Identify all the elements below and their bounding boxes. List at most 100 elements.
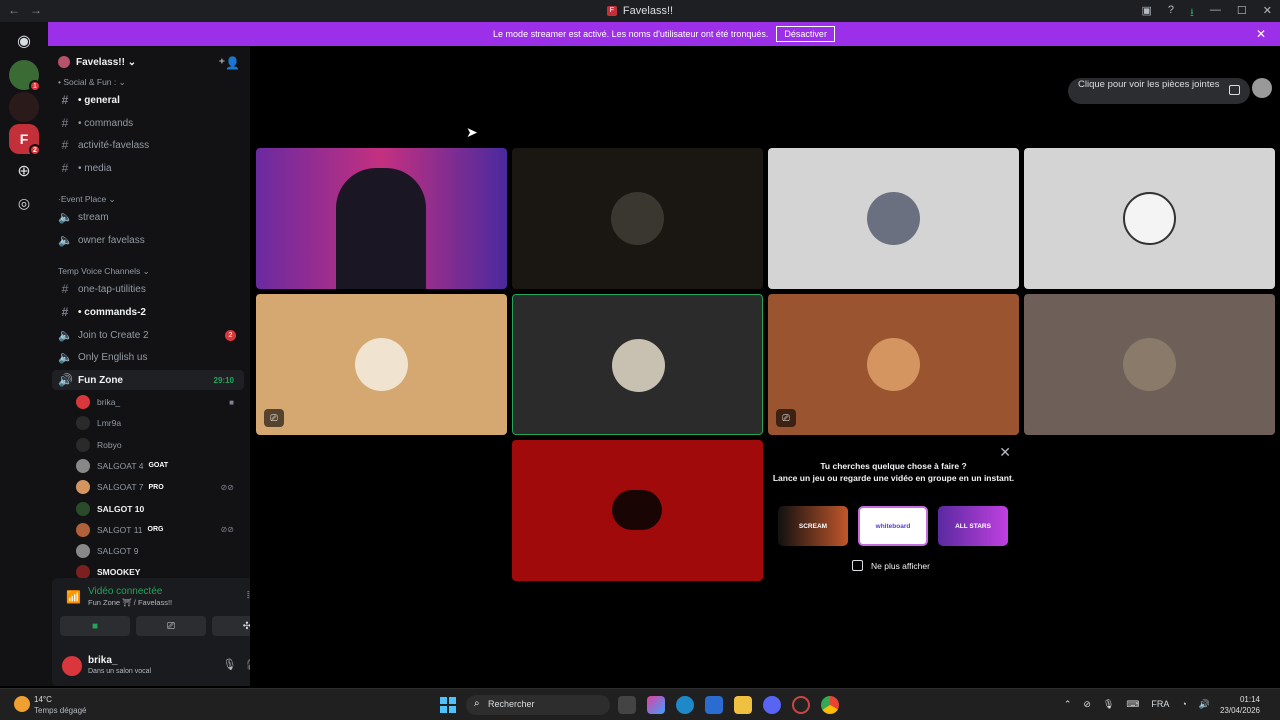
voice-member[interactable]: SALGOAT 4 GOAT <box>76 456 244 476</box>
member-name: SALGOAT 7 <box>97 482 144 493</box>
add-server-icon[interactable]: ⊕ <box>9 156 39 186</box>
file-explorer-icon[interactable] <box>734 696 752 714</box>
voice-member[interactable]: SALGOAT 7 PRO ⊘⊘ <box>76 477 244 497</box>
copilot-icon[interactable] <box>647 696 665 714</box>
network-off-icon[interactable]: ⊘ <box>1083 699 1091 710</box>
voice-member[interactable]: SALGOT 9 <box>76 541 244 561</box>
video-tile-7[interactable]: ⎚ <box>768 294 1019 435</box>
game-card-whiteboard[interactable]: whiteboard <box>858 506 928 546</box>
video-tile-2[interactable] <box>512 148 763 289</box>
chrome-icon[interactable] <box>821 696 839 714</box>
category-social[interactable]: • Social & Fun : ⌄ <box>58 77 126 88</box>
speaker-icon: 🔈 <box>58 350 73 364</box>
do-not-show-checkbox[interactable]: Ne plus afficher <box>852 560 930 571</box>
time: 01:14 <box>1239 695 1260 704</box>
channel-join-to-create[interactable]: 🔈 Join to Create 2 2 <box>52 325 244 345</box>
language-indicator[interactable]: FRA <box>1151 699 1169 710</box>
mic-tray-icon[interactable]: 🎙 <box>1103 699 1114 710</box>
chevron-up-icon[interactable]: ⌃ <box>1064 699 1072 710</box>
voice-status[interactable]: Vidéo connectée <box>88 586 162 597</box>
channel-stream[interactable]: 🔈 stream <box>52 207 244 227</box>
server-icon-favelass[interactable]: F2 <box>9 124 41 156</box>
channel-media[interactable]: # • media <box>52 158 244 178</box>
windows-start-icon[interactable] <box>440 697 456 713</box>
channel-commands-2[interactable]: # • commands-2 <box>52 302 244 322</box>
server-rail: ◉ 1 F2 ⊕ ◎ <box>0 22 48 686</box>
attachments-tooltip[interactable]: Clique pour voir les pièces jointes <box>1068 78 1250 104</box>
video-tile-3[interactable] <box>768 148 1019 289</box>
unread-badge: 2 <box>225 329 236 341</box>
channel-general[interactable]: # • general <box>52 90 244 110</box>
discord-home-icon[interactable]: ◉ <box>9 26 39 56</box>
microphone-icon[interactable]: 🎙 <box>222 658 236 671</box>
search-icon: ⌕ <box>474 698 480 709</box>
member-name: brika_ <box>97 397 121 407</box>
voice-location[interactable]: Fun Zone ⛩ / Favelass!! <box>88 598 172 607</box>
maximize-icon[interactable]: ☐ <box>1237 4 1247 23</box>
clock[interactable]: 01:14 23/04/2026 <box>1220 694 1260 716</box>
keyboard-icon[interactable]: ⌨ <box>1126 699 1139 710</box>
voice-member[interactable]: Lmr9a <box>76 413 244 433</box>
voice-timer: 29:10 <box>213 375 234 385</box>
speaker-icon: 🔈 <box>58 233 73 247</box>
video-tile-5[interactable]: ⎚ <box>256 294 507 435</box>
store-icon[interactable] <box>705 696 723 714</box>
disable-streamer-button[interactable]: Désactiver <box>776 26 835 42</box>
hash-icon: # <box>61 93 69 107</box>
close-window-icon[interactable]: ✕ <box>1263 4 1272 23</box>
channel-one-tap[interactable]: # one-tap-utilities <box>52 279 244 299</box>
volume-icon[interactable]: 🔊 <box>1199 699 1210 710</box>
video-tile-8[interactable] <box>1024 294 1275 435</box>
channel-fun-zone[interactable]: 🔊 Fun Zone 29:10 <box>52 370 244 390</box>
inbox-icon[interactable]: ▣ <box>1142 4 1152 23</box>
server-icon-2[interactable] <box>9 92 39 122</box>
close-icon[interactable]: ✕ <box>999 444 1011 461</box>
webcam-person <box>336 168 426 289</box>
close-banner-icon[interactable]: ✕ <box>1256 27 1266 41</box>
screenshare-off-icon: ⎚ <box>776 409 796 427</box>
invite-people-icon[interactable]: ⁺👤 <box>219 56 240 70</box>
server-icon-1[interactable]: 1 <box>9 60 41 92</box>
game-card-all-stars[interactable]: ALL STARS <box>938 506 1008 546</box>
member-tag: ORG <box>147 526 164 534</box>
server-header[interactable]: Favelass!! ⌄ ⁺👤 <box>48 46 250 78</box>
member-name: SALGOT 9 <box>97 546 139 557</box>
video-tile-4[interactable] <box>1024 148 1275 289</box>
participant-avatar <box>355 338 408 391</box>
edge-icon[interactable] <box>676 696 694 714</box>
app-icon[interactable] <box>792 696 810 714</box>
member-name: SALGOAT 4 <box>97 460 144 471</box>
taskbar-search[interactable]: ⌕ Rechercher <box>466 695 610 715</box>
channel-only-english[interactable]: 🔈 Only English us <box>52 347 244 367</box>
discord-icon[interactable] <box>763 696 781 714</box>
checkbox-icon[interactable] <box>852 560 863 571</box>
camera-button[interactable]: ■ <box>60 616 130 636</box>
voice-member[interactable]: Robyo <box>76 435 244 455</box>
wifi-icon[interactable]: ◔ <box>1181 699 1186 710</box>
voice-member[interactable]: brika_ ■ <box>76 392 244 412</box>
screen-share-button[interactable]: ⎚ <box>136 616 206 636</box>
windows-taskbar: 14°C Temps dégagé ⌕ Rechercher ⌃ ⊘ 🎙 ⌨ FR… <box>0 688 1280 720</box>
help-icon[interactable]: ? <box>1168 4 1174 23</box>
category-temp[interactable]: Temp Voice Channels ⌄ <box>58 266 150 277</box>
user-avatar-small[interactable] <box>1252 78 1272 98</box>
video-tile-6-speaking[interactable] <box>512 294 763 435</box>
minimize-icon[interactable]: — <box>1210 4 1221 23</box>
channel-owner[interactable]: 🔈 owner favelass <box>52 230 244 250</box>
weather-widget[interactable]: 14°C Temps dégagé <box>14 694 104 718</box>
voice-member[interactable]: SALGOT 11 ORG ⊘⊘ <box>76 520 244 540</box>
user-name[interactable]: brika_ <box>88 655 117 666</box>
video-tile-9[interactable] <box>512 440 763 581</box>
hash-icon: # <box>61 116 69 130</box>
video-tile-webcam[interactable] <box>256 148 507 289</box>
muted-deafened-icon: ⊘⊘ <box>220 525 234 535</box>
user-avatar[interactable] <box>62 656 82 676</box>
discover-icon[interactable]: ◎ <box>9 188 39 218</box>
channel-activite[interactable]: # activité-favelass <box>52 135 244 155</box>
task-view-icon[interactable] <box>618 696 636 714</box>
voice-member[interactable]: SALGOT 10 <box>76 499 244 519</box>
channel-commands[interactable]: # • commands <box>52 113 244 133</box>
download-icon[interactable]: ⭳ <box>1190 4 1194 23</box>
category-event[interactable]: ·Event Place ⌄ <box>58 194 116 205</box>
game-card-scream[interactable]: SCREAM <box>778 506 848 546</box>
